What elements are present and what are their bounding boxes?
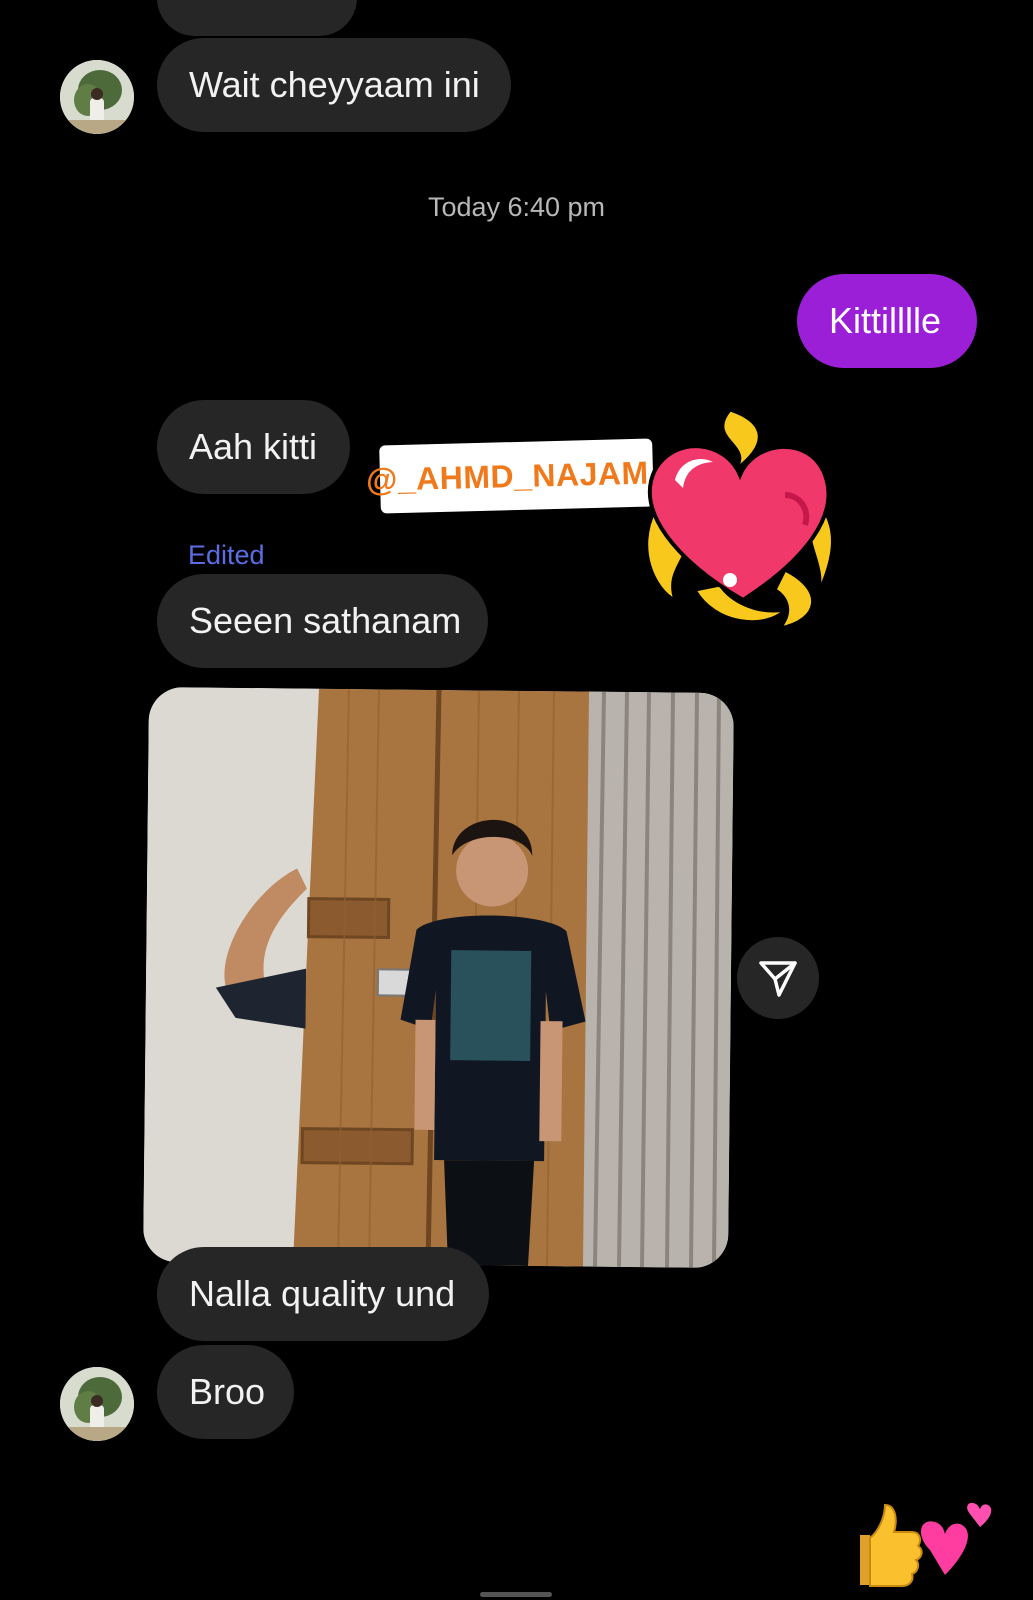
message-reactions[interactable] <box>840 1500 1010 1590</box>
message-timestamp: Today 6:40 pm <box>427 192 606 222</box>
avatar-image <box>60 1367 134 1441</box>
message-text: Nalla quality und <box>189 1273 456 1314</box>
mention-sticker-text: @_AHMD_NAJAM_ <box>365 453 668 498</box>
home-indicator[interactable] <box>480 1592 552 1597</box>
message-text: Wait cheyyaam ini <box>189 64 480 105</box>
edited-label: Edited <box>188 540 265 570</box>
message-bubble-sent[interactable]: Kittilllle <box>797 274 977 368</box>
avatar-image <box>60 60 134 134</box>
contact-avatar[interactable] <box>60 60 134 134</box>
message-bubble-received[interactable]: Nalla quality und <box>157 1247 489 1341</box>
contact-avatar[interactable] <box>60 1367 134 1441</box>
photo-message[interactable] <box>143 686 734 1269</box>
share-button[interactable] <box>737 937 819 1019</box>
message-bubble-received[interactable]: Broo <box>157 1345 294 1439</box>
message-text: Kittilllle <box>829 300 942 341</box>
paper-plane-icon <box>759 961 797 997</box>
message-bubble-received[interactable]: Seeen sathanam <box>157 574 488 668</box>
message-bubble-received[interactable]: Wait cheyyaam ini <box>157 38 511 132</box>
message-bubble-cutoff[interactable] <box>157 0 357 36</box>
shared-photo <box>143 686 734 1269</box>
message-text: Broo <box>189 1371 266 1412</box>
flaming-heart-icon <box>635 400 850 631</box>
message-bubble-received[interactable]: Aah kitti <box>157 400 350 494</box>
message-text: Aah kitti <box>189 426 318 467</box>
message-text: Seeen sathanam <box>189 600 462 641</box>
mention-sticker[interactable]: @_AHMD_NAJAM_ <box>366 438 667 514</box>
thumbs-up-emoji <box>860 1503 923 1587</box>
two-hearts-emoji <box>920 1502 992 1575</box>
